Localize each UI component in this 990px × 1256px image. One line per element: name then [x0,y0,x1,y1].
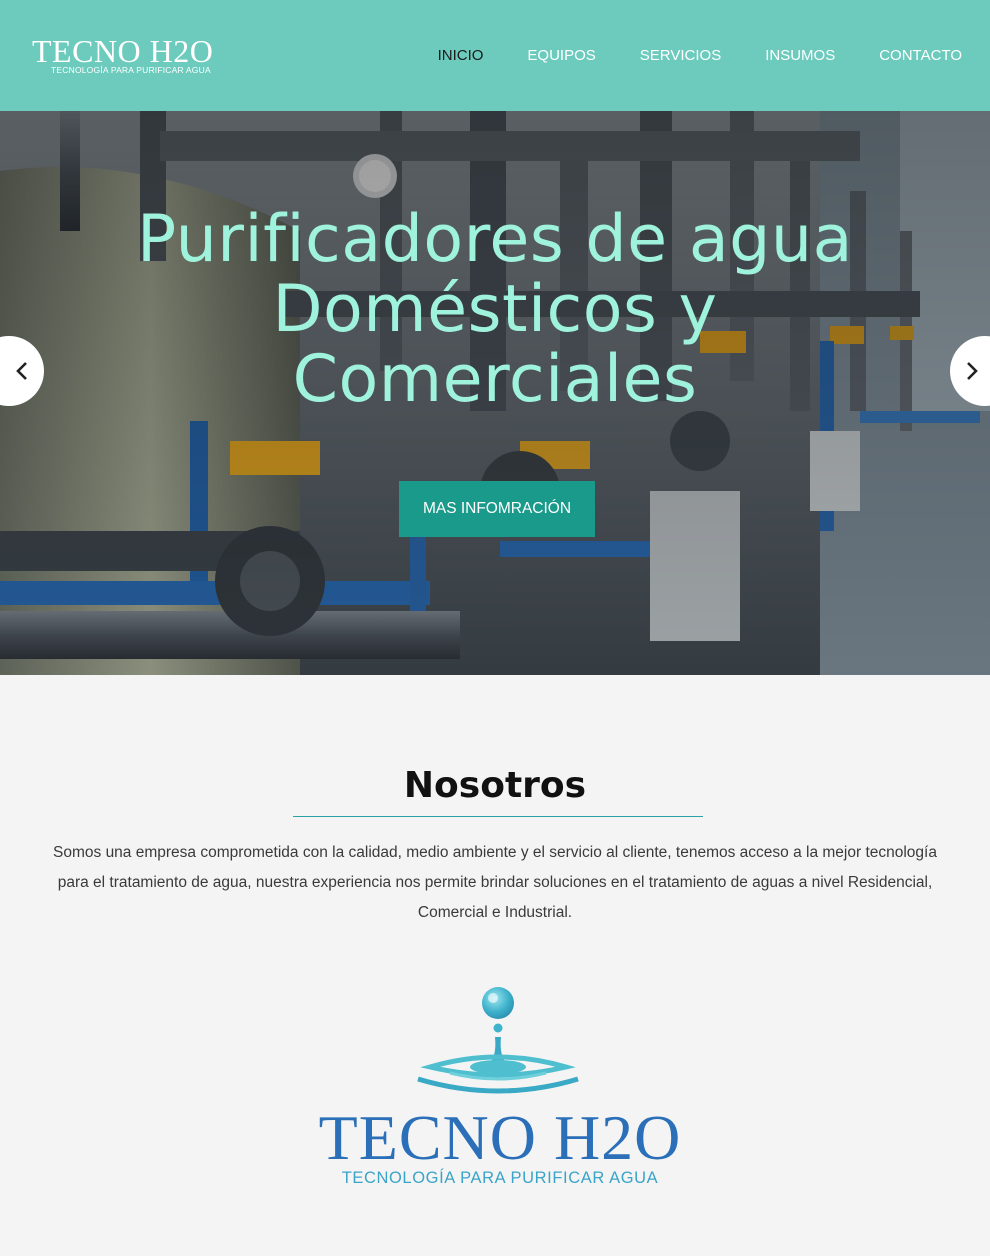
nav-item-contacto[interactable]: CONTACTO [857,46,990,66]
nav-item-equipos[interactable]: EQUIPOS [505,46,617,66]
hero-title-line-3: Comerciales [292,342,698,417]
nav-item-inicio[interactable]: INICIO [416,46,506,66]
site-header: TECNO H2O TECNOLOGÍA PARA PURIFICAR AGUA… [0,0,990,111]
brand-logo-subtitle: TECNOLOGÍA PARA PURIFICAR AGUA [341,1169,659,1187]
hero-title-line-1: Purificadores de agua [137,202,853,277]
hero-title: Purificadores de agua Domésticos y Comer… [0,205,990,415]
header-logo[interactable]: TECNO H2O TECNOLOGÍA PARA PURIFICAR AGUA [32,34,213,75]
logo-subtitle: TECNOLOGÍA PARA PURIFICAR AGUA [51,65,211,75]
brand-logo: TECNO H2O TECNOLOGÍA PARA PURIFICAR AGUA [300,985,700,1205]
main-nav: INICIO EQUIPOS SERVICIOS INSUMOS CONTACT… [416,0,990,111]
brand-logo-title: TECNO H2O [318,1102,682,1173]
hero-slider: Purificadores de agua Domésticos y Comer… [0,111,990,675]
about-text: Somos una empresa comprometida con la ca… [53,844,937,921]
hero-title-line-2: Domésticos y [272,272,718,347]
about-divider [293,816,703,817]
chevron-left-icon [16,362,27,380]
more-info-button[interactable]: MAS INFOMRACIÓN [399,481,595,537]
water-drop-icon [417,987,579,1094]
about-title: Nosotros [403,765,587,806]
nav-item-servicios[interactable]: SERVICIOS [618,46,743,66]
logo-title: TECNO H2O [32,33,214,69]
chevron-right-icon [967,362,978,380]
nav-item-insumos[interactable]: INSUMOS [743,46,857,66]
